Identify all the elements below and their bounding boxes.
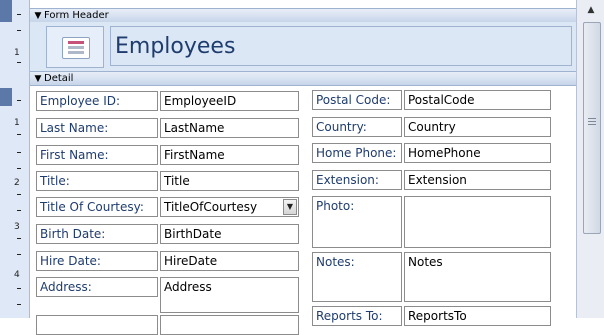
- last-name-field[interactable]: LastName: [160, 118, 299, 138]
- reports-to-label[interactable]: Reports To:: [312, 306, 402, 326]
- ruler-tick: [17, 62, 21, 63]
- ruler-tick: [17, 168, 21, 169]
- extension-field[interactable]: Extension: [404, 170, 551, 190]
- ruler-tick: [17, 100, 21, 101]
- title-of-courtesy-combo[interactable]: TitleOfCourtesy ▼: [160, 197, 299, 217]
- next-field[interactable]: [160, 315, 299, 335]
- form-header-section[interactable]: Employees: [30, 22, 576, 72]
- hire-date-field[interactable]: HireDate: [160, 251, 299, 271]
- ruler-tick: [17, 194, 21, 195]
- title-of-courtesy-value: TitleOfCourtesy: [164, 200, 258, 214]
- photo-field[interactable]: [404, 196, 551, 248]
- dropdown-arrow-icon[interactable]: ▼: [283, 199, 297, 215]
- first-name-label[interactable]: First Name:: [36, 145, 158, 165]
- ruler-tick: [17, 152, 21, 153]
- address-label[interactable]: Address:: [36, 277, 158, 297]
- ruler-tick: [17, 134, 21, 135]
- title-label[interactable]: Title:: [36, 171, 158, 191]
- form-design-surface[interactable]: ▼ Form Header Employees ▼ Detail Employee …: [30, 0, 576, 335]
- birth-date-label[interactable]: Birth Date:: [36, 224, 158, 244]
- address-field[interactable]: Address: [160, 277, 299, 313]
- photo-label[interactable]: Photo:: [312, 196, 402, 248]
- ruler-tick: [17, 14, 21, 15]
- first-name-field[interactable]: FirstName: [160, 145, 299, 165]
- form-icon: [62, 37, 90, 59]
- detail-label: Detail: [44, 73, 74, 84]
- scroll-thumb[interactable]: [583, 22, 601, 234]
- title-of-courtesy-label[interactable]: Title Of Courtesy:: [36, 197, 158, 217]
- home-phone-field[interactable]: HomePhone: [404, 143, 551, 163]
- form-header-label: Form Header: [44, 10, 109, 21]
- country-label[interactable]: Country:: [312, 117, 402, 137]
- ruler-tick: [17, 304, 21, 305]
- scroll-up-icon[interactable]: ▲: [581, 2, 601, 18]
- ruler-tick: [17, 288, 21, 289]
- ruler-tick: [17, 210, 21, 211]
- notes-label[interactable]: Notes:: [312, 252, 402, 302]
- hire-date-label[interactable]: Hire Date:: [36, 251, 158, 271]
- form-title[interactable]: Employees: [110, 26, 572, 66]
- birth-date-field[interactable]: BirthDate: [160, 224, 299, 244]
- home-phone-label[interactable]: Home Phone:: [312, 143, 402, 163]
- ruler-label: 1: [14, 118, 20, 128]
- ruler-marker: [0, 88, 12, 106]
- ruler-label: 2: [14, 178, 20, 188]
- ruler-tick: [17, 238, 21, 239]
- ruler-label: 4: [14, 270, 20, 280]
- postal-code-field[interactable]: PostalCode: [404, 90, 551, 110]
- employee-id-field[interactable]: EmployeeID: [160, 91, 299, 111]
- ruler-marker: [0, 0, 12, 22]
- reports-to-field[interactable]: ReportsTo: [404, 306, 551, 326]
- form-header-band[interactable]: ▼ Form Header: [30, 8, 576, 23]
- next-label[interactable]: [36, 315, 158, 335]
- country-field[interactable]: Country: [404, 117, 551, 137]
- vertical-ruler: 1 1 2 3 4: [0, 0, 30, 318]
- last-name-label[interactable]: Last Name:: [36, 118, 158, 138]
- ruler-tick: [17, 30, 21, 31]
- ruler-label: 1: [14, 48, 20, 58]
- form-logo[interactable]: [46, 26, 104, 68]
- detail-band[interactable]: ▼ Detail: [30, 71, 576, 86]
- vertical-scrollbar[interactable]: ▲: [576, 0, 604, 318]
- title-field[interactable]: Title: [160, 171, 299, 191]
- extension-label[interactable]: Extension:: [312, 170, 402, 190]
- section-arrow-icon: ▼: [34, 74, 42, 84]
- ruler-tick: [17, 254, 21, 255]
- notes-field[interactable]: Notes: [404, 252, 551, 302]
- employee-id-label[interactable]: Employee ID:: [36, 91, 158, 111]
- postal-code-label[interactable]: Postal Code:: [312, 90, 402, 110]
- ruler-label: 3: [14, 222, 20, 232]
